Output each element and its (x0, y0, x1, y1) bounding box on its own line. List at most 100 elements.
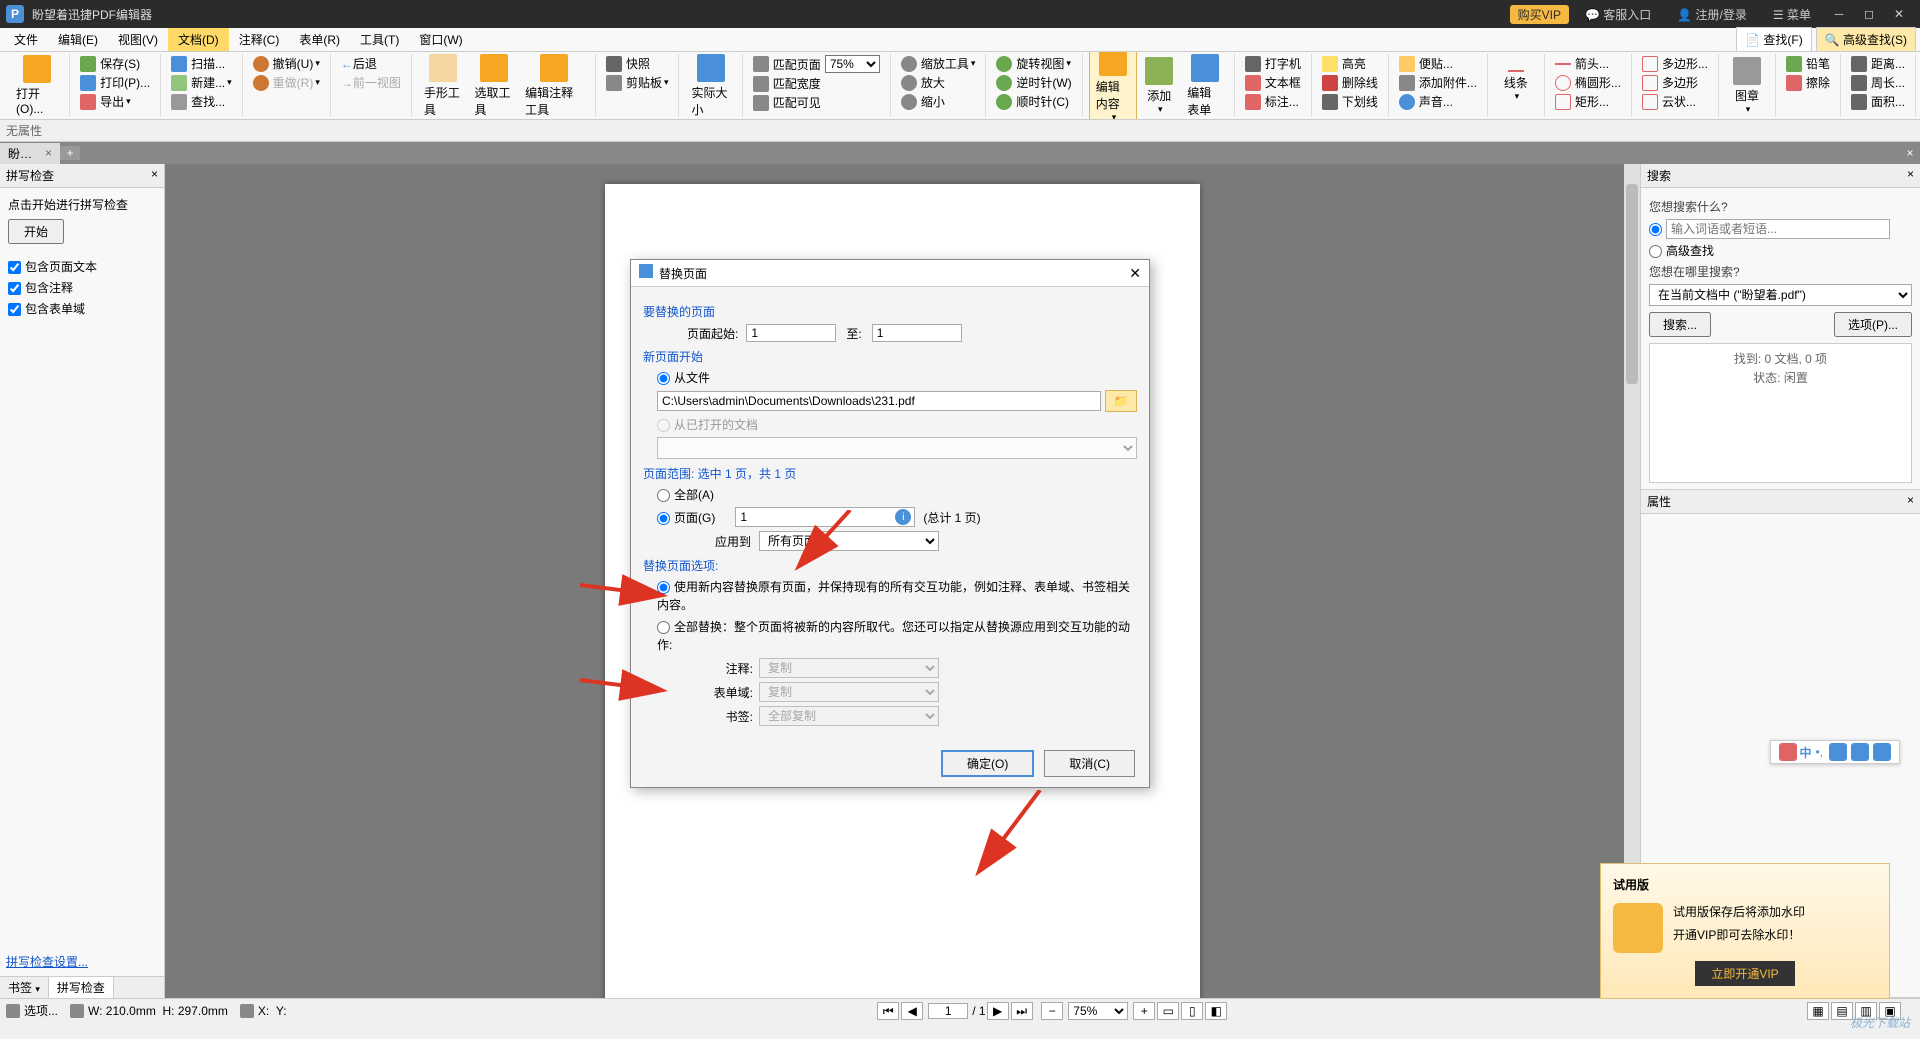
tab-bookmark[interactable]: 书签 ▾ (0, 977, 49, 998)
login-button[interactable]: 👤 注册/登录 (1667, 4, 1757, 25)
open-button[interactable]: 打开(O)... (10, 53, 63, 118)
strikeout-button[interactable]: 删除线 (1318, 73, 1382, 92)
find-link[interactable]: 📄 查找(F) (1736, 27, 1812, 52)
chk-comments[interactable]: 包含注释 (8, 279, 156, 296)
fit-page-button[interactable]: 匹配页面 75% (749, 54, 884, 74)
radio-opt1-input[interactable] (657, 581, 670, 594)
radio-all-pages[interactable]: 全部(A) (657, 488, 714, 502)
zoom-select[interactable]: 75% (825, 55, 880, 73)
page-input[interactable] (928, 1003, 968, 1019)
zoom-tool-button[interactable]: 缩放工具 (897, 54, 980, 73)
fit-visible-button[interactable]: 匹配可见 (749, 93, 884, 112)
scan-button[interactable]: 扫描... (167, 54, 236, 73)
ime-mic-icon[interactable] (1829, 743, 1847, 761)
main-menu-button[interactable]: ☰ 菜单 (1763, 4, 1821, 25)
polygon2-button[interactable]: 多边形 (1638, 73, 1712, 92)
doctab-close-icon[interactable]: × (45, 146, 52, 160)
rotate-cw-button[interactable]: 顺时针(C) (992, 92, 1075, 111)
zoom-in-status-button[interactable]: + (1133, 1002, 1155, 1020)
adv-search-radio-input[interactable] (1649, 245, 1662, 258)
print-button[interactable]: 打印(P)... (76, 73, 154, 92)
spellcheck-start-button[interactable]: 开始 (8, 219, 64, 244)
radio-from-file-input[interactable] (657, 372, 670, 385)
sticky-button[interactable]: 便贴... (1395, 54, 1481, 73)
chk-page-text-input[interactable] (8, 261, 21, 274)
buy-vip-button[interactable]: 购买VIP (1510, 5, 1569, 24)
first-page-button[interactable]: ⏮ (877, 1002, 899, 1020)
zoom-in-button[interactable]: 放大 (897, 73, 980, 92)
alignment-button[interactable]: 标注... (1241, 92, 1305, 111)
radio-from-opened[interactable]: 从已打开的文档 (657, 418, 758, 432)
menu-tools[interactable]: 工具(T) (350, 28, 409, 51)
new-button[interactable]: 新建... (167, 73, 236, 92)
edit-form-button[interactable]: 编辑表单 (1181, 52, 1228, 120)
close-button[interactable]: ✕ (1884, 7, 1914, 21)
menu-file[interactable]: 文件 (4, 28, 48, 51)
actual-size-button[interactable]: 实际大小 (685, 52, 735, 120)
page-from-input[interactable] (746, 324, 836, 342)
menu-document[interactable]: 文档(D) (168, 28, 229, 51)
trial-upgrade-button[interactable]: 立即开通VIP (1695, 961, 1794, 986)
pages-input[interactable] (735, 507, 915, 527)
add-content-button[interactable]: 添加 (1137, 55, 1181, 117)
prev-page-button[interactable]: ◀ (901, 1002, 923, 1020)
fit-button-2[interactable]: ▯ (1181, 1002, 1203, 1020)
polygon1-button[interactable]: 多边形... (1638, 54, 1712, 73)
snapshot-button[interactable]: 快照 (602, 54, 673, 73)
prevview-button[interactable]: → 前一视图 (337, 73, 405, 92)
hand-tool[interactable]: 手形工具 (418, 52, 469, 120)
search-scope-select[interactable]: 在当前文档中 ("盼望着.pdf") (1649, 284, 1912, 306)
fit-width-button[interactable]: 匹配宽度 (749, 74, 884, 93)
search-button[interactable]: 搜索... (1649, 312, 1711, 337)
search-input[interactable] (1666, 219, 1890, 239)
ribbon-find-button[interactable]: 查找... (167, 92, 236, 111)
next-page-button[interactable]: ▶ (987, 1002, 1009, 1020)
last-page-button[interactable]: ⏭ (1011, 1002, 1033, 1020)
textbox-button[interactable]: 文本框 (1241, 73, 1305, 92)
ime-lang[interactable]: 中 (1799, 744, 1811, 761)
zoom-status-select[interactable]: 75% (1068, 1002, 1128, 1020)
left-panel-close-icon[interactable]: × (151, 167, 158, 184)
highlight-button[interactable]: 高亮 (1318, 54, 1382, 73)
back-button[interactable]: ← 后退 (337, 54, 405, 73)
chk-page-text[interactable]: 包含页面文本 (8, 258, 156, 275)
spellcheck-settings-link[interactable]: 拼写检查设置... (6, 955, 88, 969)
pencil-button[interactable]: 铅笔 (1782, 54, 1834, 73)
rect-button[interactable]: 矩形... (1551, 92, 1625, 111)
lines-button[interactable]: 线条 (1494, 68, 1538, 104)
support-button[interactable]: 💬 客服入口 (1575, 4, 1661, 25)
dialog-close-button[interactable]: ✕ (1129, 265, 1141, 282)
cancel-button[interactable]: 取消(C) (1044, 750, 1135, 777)
distance-button[interactable]: 距离... (1847, 54, 1909, 73)
minimize-button[interactable]: ─ (1824, 7, 1854, 21)
document-tab[interactable]: 盼望着 × (0, 143, 60, 164)
chk-comments-input[interactable] (8, 282, 21, 295)
search-options-button[interactable]: 选项(P)... (1834, 312, 1912, 337)
ok-button[interactable]: 确定(O) (941, 750, 1034, 777)
search-term-radio-input[interactable] (1649, 223, 1662, 236)
ime-keyboard-icon[interactable] (1851, 743, 1869, 761)
clipboard-button[interactable]: 剪贴板 (602, 73, 673, 92)
redo-button[interactable]: 重做(R) (249, 73, 324, 92)
arrow-button[interactable]: 箭头... (1551, 54, 1625, 73)
adv-search-radio[interactable]: 高级查找 (1649, 242, 1912, 259)
rotate-view-button[interactable]: 旋转视图 (992, 54, 1075, 73)
maximize-button[interactable]: ◻ (1854, 7, 1884, 21)
fit-button-3[interactable]: ◧ (1205, 1002, 1227, 1020)
radio-opt2-input[interactable] (657, 621, 670, 634)
stamp-button[interactable]: 图章 (1725, 55, 1769, 117)
layout-btn-1[interactable]: ▦ (1807, 1002, 1829, 1020)
chk-forms-input[interactable] (8, 303, 21, 316)
rotate-ccw-button[interactable]: 逆时针(W) (992, 73, 1075, 92)
tab-spellcheck[interactable]: 拼写检查 (49, 977, 114, 998)
zoom-out-status-button[interactable]: − (1041, 1002, 1063, 1020)
apply-to-select[interactable]: 所有页面 (759, 531, 939, 551)
menu-window[interactable]: 窗口(W) (409, 28, 472, 51)
radio-opt1[interactable]: 使用新内容替换原有页面，并保持现有的所有交互功能，例如注释、表单域、书签相关内容… (657, 580, 1130, 612)
file-path-input[interactable] (657, 391, 1101, 411)
radio-all-input[interactable] (657, 489, 670, 502)
dialog-titlebar[interactable]: 替换页面 ✕ (631, 260, 1149, 287)
radio-opt2[interactable]: 全部替换：整个页面将被新的内容所取代。您还可以指定从替换源应用到交互功能的动作: (657, 620, 1130, 652)
export-button[interactable]: 导出 (76, 92, 154, 111)
status-gear[interactable]: 选项... (6, 1002, 58, 1019)
